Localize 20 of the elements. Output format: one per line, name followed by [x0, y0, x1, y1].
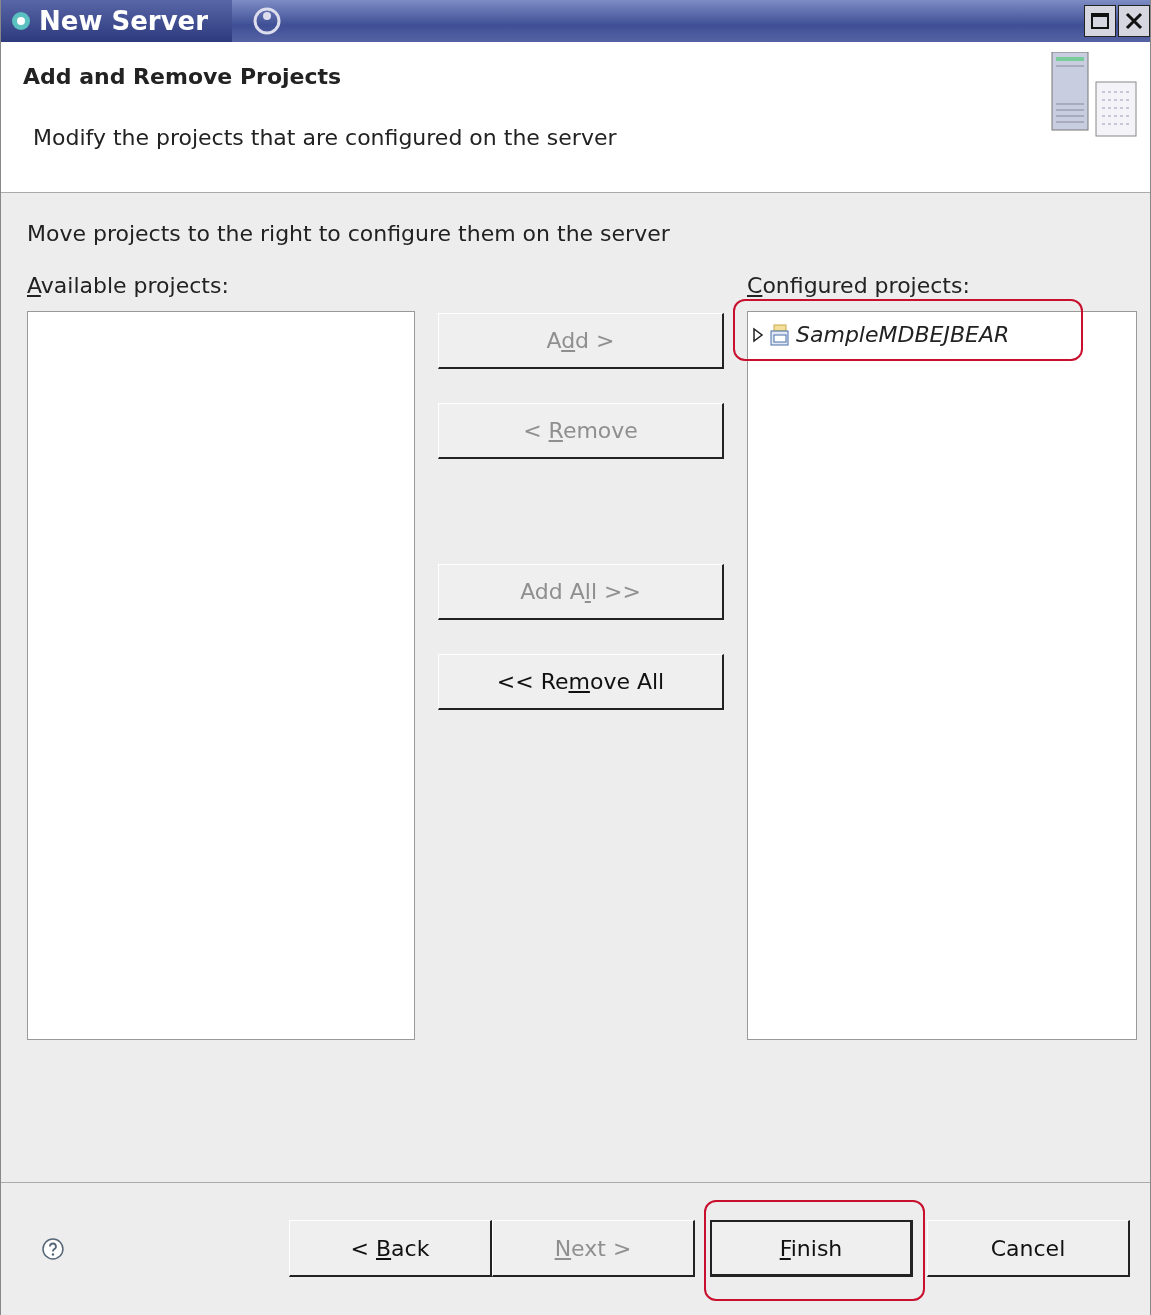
- window-title: New Server: [39, 6, 209, 36]
- close-button[interactable]: [1118, 5, 1150, 37]
- page-title: Add and Remove Projects: [23, 64, 343, 89]
- wizard-button[interactable]: Cancel: [927, 1220, 1130, 1277]
- wizard-button[interactable]: < Back: [289, 1220, 492, 1277]
- maximize-icon: [1090, 11, 1110, 31]
- close-icon: [1124, 11, 1144, 31]
- maximize-button[interactable]: [1084, 5, 1116, 37]
- app-icon: [11, 11, 31, 31]
- help-icon[interactable]: [41, 1236, 65, 1261]
- configured-list[interactable]: SampleMDBEJBEAR: [747, 311, 1137, 1040]
- page-description: Modify the projects that are configured on the server: [33, 125, 618, 150]
- wizard-button[interactable]: Finish: [710, 1220, 913, 1277]
- available-label: Available projects:: [27, 273, 230, 300]
- move-button[interactable]: << Remove All: [438, 654, 724, 710]
- project-name[interactable]: SampleMDBEJBEAR: [796, 322, 1010, 347]
- ear-project-icon: [770, 323, 790, 346]
- instruction-text: Move projects to the right to configure them on the server: [27, 221, 671, 246]
- expand-icon[interactable]: [752, 326, 764, 343]
- configured-label: Configured projects:: [747, 273, 971, 300]
